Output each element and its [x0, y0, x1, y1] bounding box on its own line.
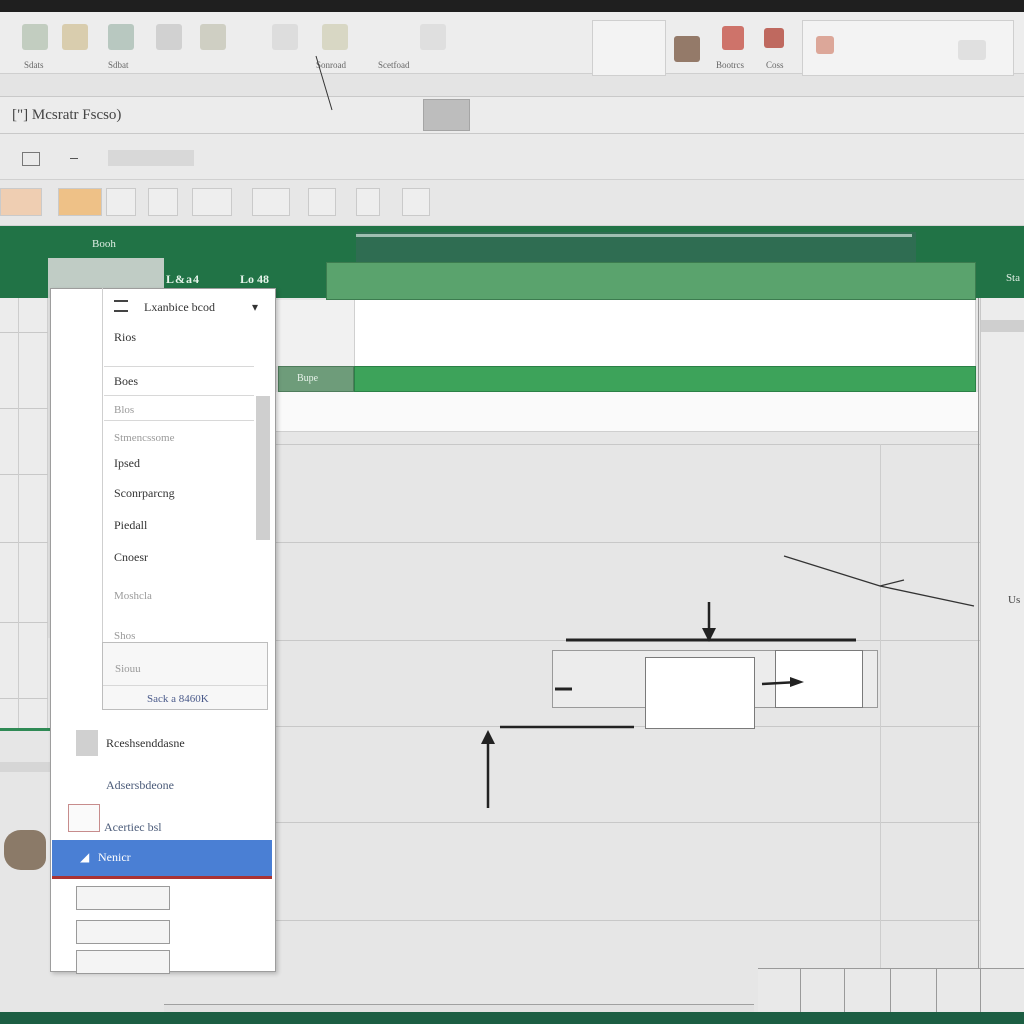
menu-scrollbar[interactable]: [256, 396, 270, 540]
menu-item[interactable]: Shos: [114, 630, 135, 642]
menu-header: Lxanbice bcod: [144, 300, 215, 314]
menu-item[interactable]: Rios: [114, 330, 136, 345]
template-thumbnail[interactable]: [76, 920, 170, 944]
menu-item[interactable]: Cnoesr: [114, 550, 148, 565]
menu-item[interactable]: Moshcla: [114, 590, 152, 602]
menu-item[interactable]: Boes: [114, 374, 138, 389]
horizontal-scrollbar[interactable]: [164, 1004, 754, 1012]
menu-item[interactable]: Piedall: [114, 518, 147, 533]
menu-item-selected[interactable]: ◢ Nenicr: [52, 840, 272, 876]
sheet-tabs-area[interactable]: [758, 968, 1024, 1013]
menu-item[interactable]: Stmencssome: [114, 432, 175, 444]
chevron-down-icon[interactable]: ▾: [252, 300, 258, 315]
menu-item[interactable]: Siouu: [115, 663, 141, 675]
menu-item[interactable]: Ipsed: [114, 456, 140, 471]
menu-item[interactable]: Blos: [114, 404, 134, 416]
list-icon: [114, 300, 128, 312]
thumbnail-icon: [76, 730, 98, 756]
template-thumbnail[interactable]: [76, 950, 170, 974]
status-bar: [0, 1012, 1024, 1024]
menu-item[interactable]: Rceshsenddasne: [106, 736, 185, 751]
menu-item[interactable]: Sconrparcng: [114, 486, 175, 501]
menu-item[interactable]: Acertiec bsl: [104, 820, 162, 835]
selection-underline: [52, 876, 272, 879]
menu-item[interactable]: Adsersbdeone: [106, 778, 174, 793]
triangle-icon: ◢: [80, 850, 90, 864]
template-thumbnail[interactable]: [76, 886, 170, 910]
thumbnail-icon: [68, 804, 100, 832]
menu-item-label: Nenicr: [98, 850, 131, 864]
menu-item[interactable]: Sack a 8460K: [147, 693, 209, 705]
menu-input-box[interactable]: Siouu Sack a 8460K: [102, 642, 268, 710]
